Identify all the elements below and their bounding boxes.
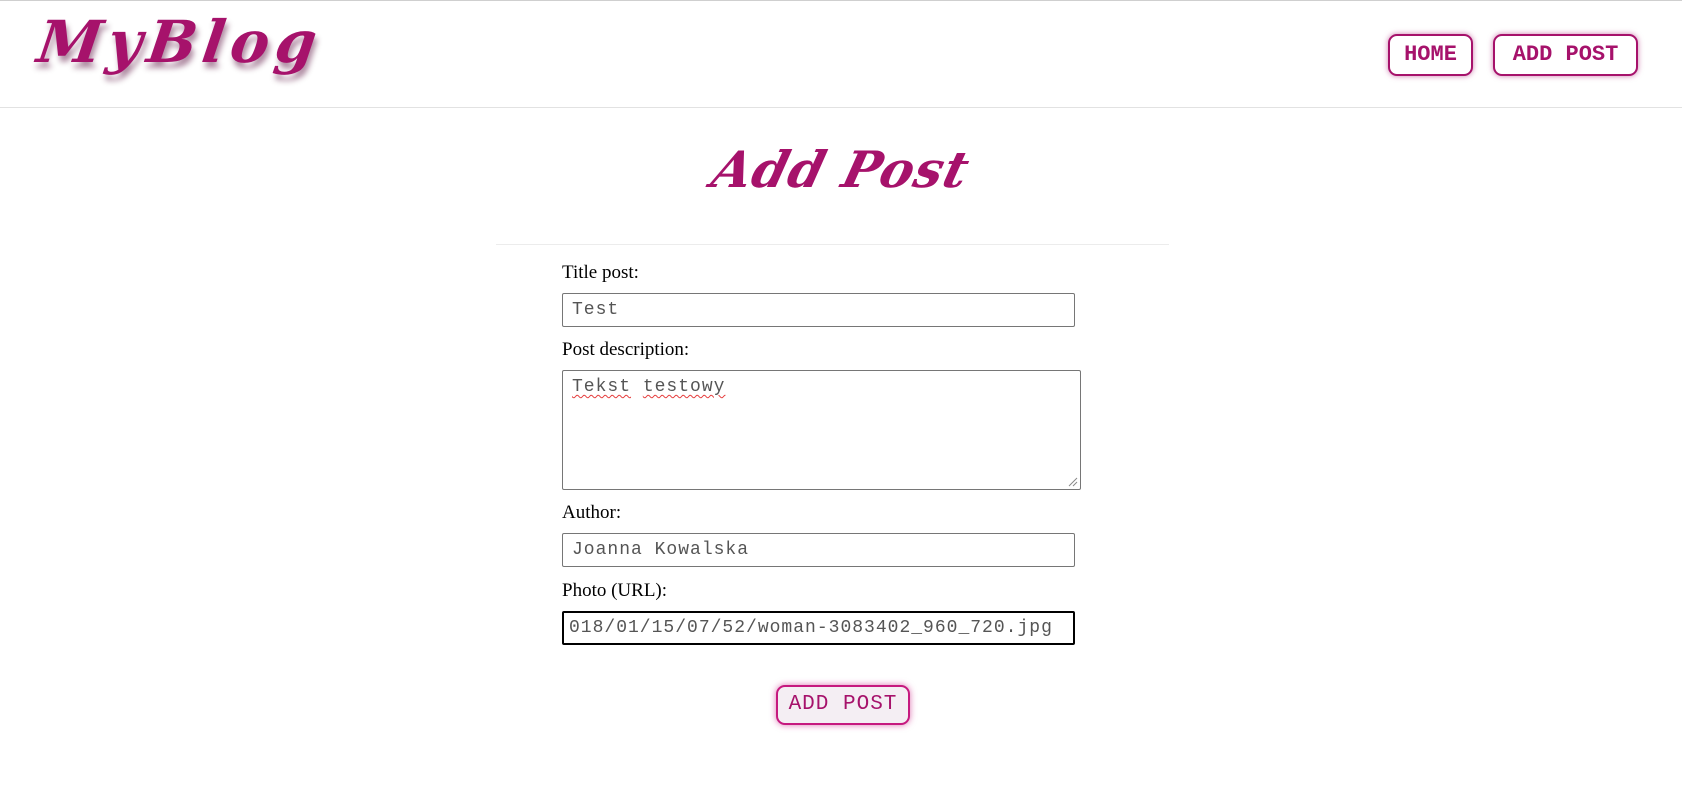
title-post-label: Title post: [562,262,639,283]
title-post-input[interactable]: Test [562,293,1075,327]
resize-grip-icon[interactable] [1068,477,1078,487]
site-header: MyBlog HOME ADD POST [0,1,1682,108]
post-description-textarea[interactable]: Tekst testowy [562,370,1081,490]
page-title: Add Post [706,140,976,199]
photo-url-input[interactable]: 018/01/15/07/52/woman-3083402_960_720.jp… [562,611,1075,645]
description-word-2: testowy [642,377,726,397]
site-logo[interactable]: MyBlog [33,8,327,76]
title-divider [496,244,1169,245]
author-label: Author: [562,502,622,523]
nav-home-button[interactable]: HOME [1388,34,1473,76]
description-word-1: Tekst [572,377,632,397]
author-input[interactable]: Joanna Kowalska [562,533,1075,567]
photo-url-label: Photo (URL): [562,580,668,601]
post-description-label: Post description: [562,339,690,360]
photo-url-value: 018/01/15/07/52/woman-3083402_960_720.jp… [569,618,1053,638]
add-post-submit-button[interactable]: ADD POST [776,685,910,725]
nav-add-post-button[interactable]: ADD POST [1493,34,1638,76]
